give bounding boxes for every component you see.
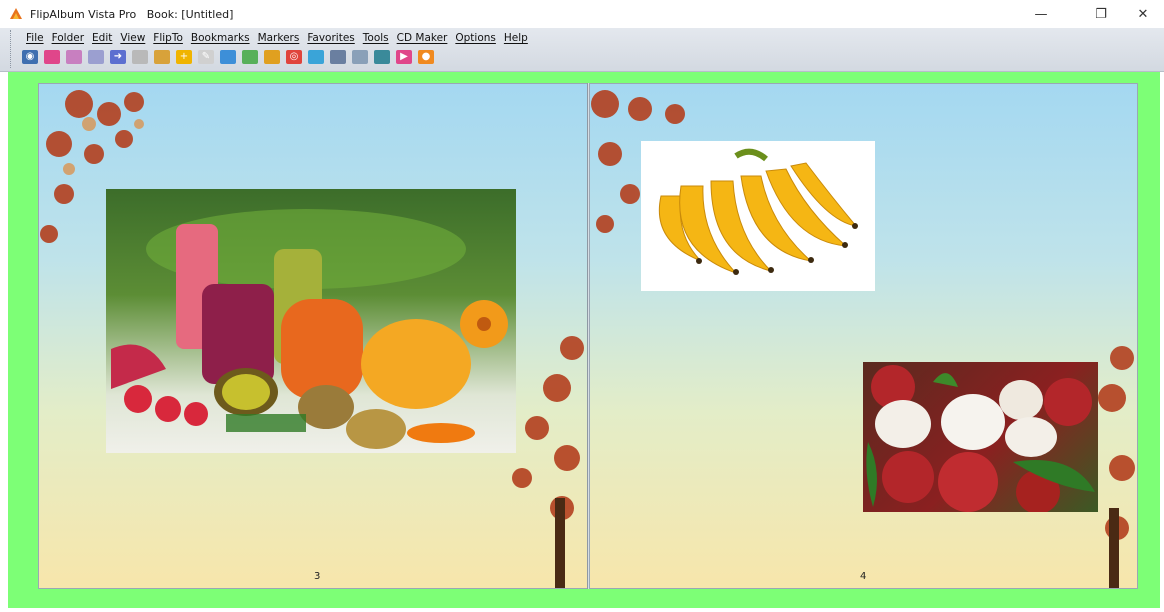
film-icon[interactable] <box>352 50 368 64</box>
grid-icon[interactable] <box>132 50 148 64</box>
banana-image <box>658 148 858 275</box>
print-icon[interactable] <box>154 50 170 64</box>
title-bar: FlipAlbum Vista Pro Book: [Untitled] — ❐… <box>0 0 1164 28</box>
pink-book-icon[interactable] <box>44 50 60 64</box>
card-icon[interactable] <box>330 50 346 64</box>
arrow-right-icon[interactable]: ➜ <box>110 50 126 64</box>
menu-bookmarks[interactable]: Bookmarks <box>187 31 254 45</box>
menu-tools[interactable]: Tools <box>359 31 393 45</box>
menu-folder[interactable]: Folder <box>48 31 88 45</box>
target-icon[interactable]: ◎ <box>286 50 302 64</box>
menu-edit[interactable]: Edit <box>88 31 116 45</box>
menu-view[interactable]: View <box>116 31 149 45</box>
menu-flipto[interactable]: FlipTo <box>149 31 187 45</box>
window-icon[interactable] <box>308 50 324 64</box>
menu-cd-maker[interactable]: CD Maker <box>393 31 452 45</box>
juice-fruit-image <box>111 209 508 449</box>
menu-file[interactable]: File <box>22 31 48 45</box>
lychee-photo[interactable] <box>863 362 1098 512</box>
juice-fruit-photo[interactable] <box>106 189 516 453</box>
menu-bar: File Folder Edit View FlipTo Bookmarks M… <box>22 31 532 45</box>
menu-favorites[interactable]: Favorites <box>303 31 358 45</box>
page-number: 4 <box>860 571 867 582</box>
tag-icon[interactable] <box>242 50 258 64</box>
menu-options[interactable]: Options <box>451 31 500 45</box>
plus-icon[interactable]: + <box>176 50 192 64</box>
two-pages-icon[interactable] <box>220 50 236 64</box>
menu-markers[interactable]: Markers <box>254 31 304 45</box>
minimize-button[interactable]: — <box>1022 0 1060 28</box>
pen-icon[interactable]: ✎ <box>198 50 214 64</box>
menu-toolbar-area: File Folder Edit View FlipTo Bookmarks M… <box>0 28 1164 72</box>
toolbar-grip[interactable] <box>10 30 13 68</box>
app-logo-icon <box>10 8 22 19</box>
star-icon[interactable]: ● <box>418 50 434 64</box>
album-icon[interactable] <box>264 50 280 64</box>
maximize-button[interactable]: ❐ <box>1082 0 1120 28</box>
eye-icon[interactable]: ◉ <box>22 50 38 64</box>
close-button[interactable]: ✕ <box>1124 0 1162 28</box>
window-title: FlipAlbum Vista Pro Book: [Untitled] <box>30 7 234 21</box>
flag-icon[interactable]: ▶ <box>396 50 412 64</box>
menu-help[interactable]: Help <box>500 31 532 45</box>
page-number: 3 <box>314 571 321 582</box>
toolbar: ◉ ➜ + ✎ ◎ ▶ ● <box>22 50 434 64</box>
lychee-image <box>866 365 1095 512</box>
cd-icon[interactable] <box>374 50 390 64</box>
open-book-icon[interactable] <box>66 50 82 64</box>
page-icon[interactable] <box>88 50 104 64</box>
banana-photo[interactable] <box>641 141 875 291</box>
